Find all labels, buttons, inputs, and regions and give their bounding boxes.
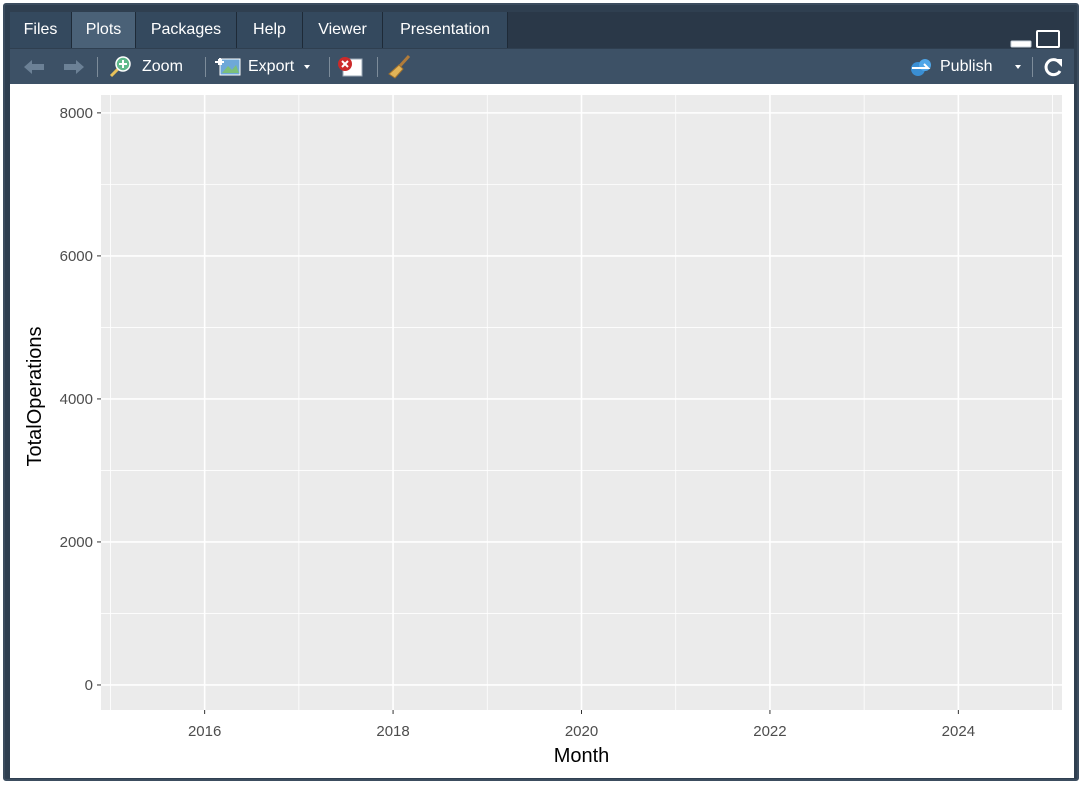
zoom-label: Zoom <box>142 57 183 75</box>
tab-presentation[interactable]: Presentation <box>383 12 508 48</box>
chevron-down-icon <box>304 64 311 69</box>
y-tick-label: 2000 <box>60 534 93 551</box>
remove-plot-button[interactable] <box>336 49 364 84</box>
x-tick-label: 2024 <box>942 723 975 740</box>
minimize-icon[interactable] <box>1010 30 1032 48</box>
tab-help[interactable]: Help <box>237 12 303 48</box>
export-label: Export <box>248 57 295 75</box>
x-tick-label: 2018 <box>376 723 409 740</box>
toolbar-separator <box>205 57 206 77</box>
plot-viewer: 0 2000 4000 6000 8000 2016 2018 2020 2022 2024 Mon… <box>10 84 1074 778</box>
tab-viewer[interactable]: Viewer <box>303 12 383 48</box>
back-arrow-icon <box>24 59 44 74</box>
x-tick-label: 2020 <box>565 723 598 740</box>
maximize-icon[interactable] <box>1036 30 1060 48</box>
y-axis-title: TotalOperations <box>24 326 46 466</box>
x-axis-title: Month <box>554 745 610 767</box>
toolbar-separator <box>377 57 378 77</box>
publish-icon <box>911 58 931 76</box>
y-tick-label: 0 <box>85 677 93 694</box>
y-tick-label: 6000 <box>60 248 93 265</box>
remove-plot-icon <box>338 56 363 76</box>
x-tick-label: 2016 <box>188 723 221 740</box>
plots-toolbar: Zoom Export Publish <box>10 49 1074 84</box>
forward-arrow-icon <box>64 59 84 74</box>
toolbar-separator <box>1032 57 1033 77</box>
publish-button[interactable]: Publish <box>908 49 992 84</box>
back-button[interactable] <box>22 49 46 84</box>
toolbar-separator <box>329 57 330 77</box>
x-tick-label: 2022 <box>753 723 786 740</box>
tab-packages[interactable]: Packages <box>136 12 237 48</box>
refresh-button[interactable] <box>1042 49 1064 84</box>
tab-plots[interactable]: Plots <box>72 12 136 48</box>
tab-bar: Files Plots Packages Help Viewer Present… <box>10 12 1074 48</box>
zoom-icon <box>109 55 131 77</box>
publish-dropdown-icon[interactable] <box>1013 63 1023 71</box>
broom-icon <box>388 54 411 79</box>
y-tick-label: 8000 <box>60 105 93 122</box>
chart: 0 2000 4000 6000 8000 2016 2018 2020 2022 2024 Mon… <box>24 95 1062 767</box>
y-tick-label: 4000 <box>60 391 93 408</box>
tab-files[interactable]: Files <box>10 12 72 48</box>
refresh-icon <box>1044 57 1062 76</box>
forward-button[interactable] <box>62 49 86 84</box>
export-icon <box>215 57 241 75</box>
publish-label: Publish <box>940 57 993 75</box>
clear-all-plots-button[interactable] <box>386 49 412 84</box>
zoom-button[interactable]: Zoom <box>108 49 183 84</box>
toolbar-separator <box>97 57 98 77</box>
export-button[interactable]: Export <box>214 49 312 84</box>
